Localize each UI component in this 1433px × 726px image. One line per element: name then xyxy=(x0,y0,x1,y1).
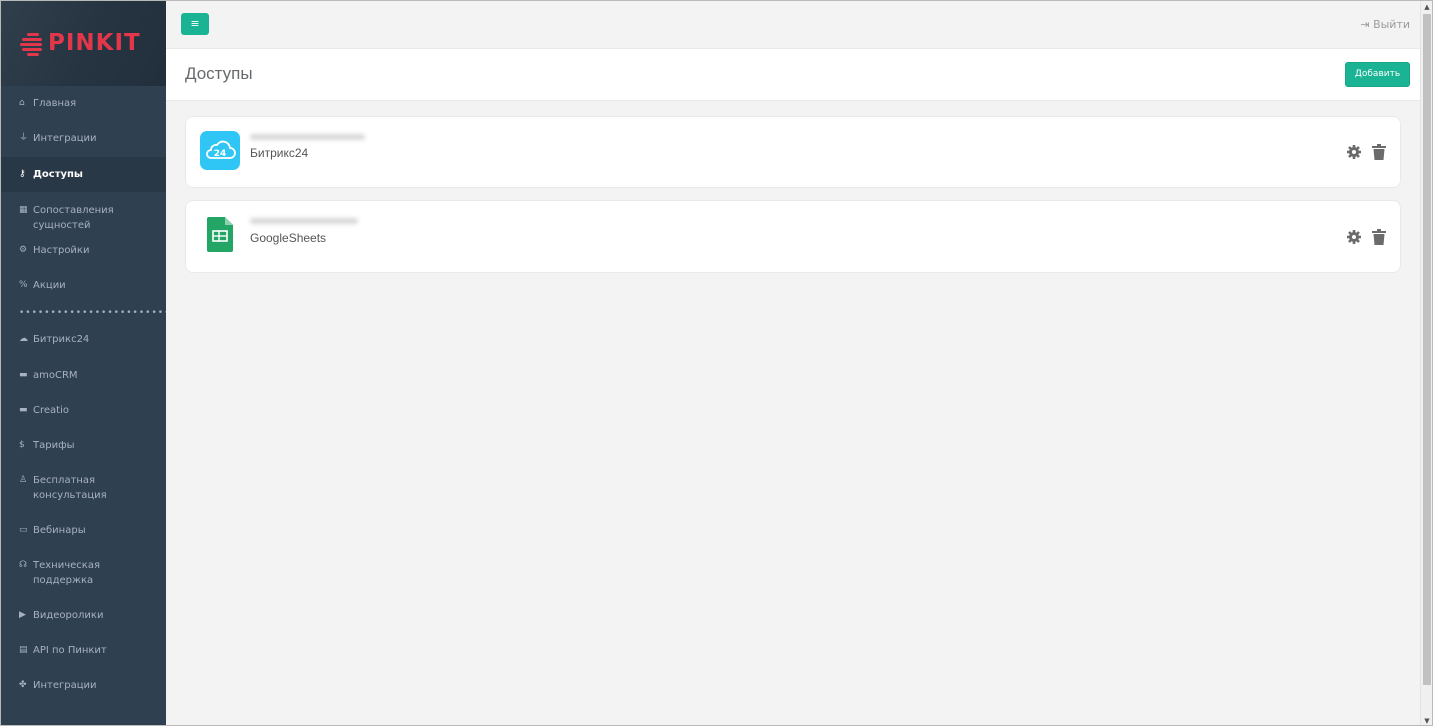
cogs-icon: ⚙ xyxy=(19,245,28,255)
home-icon: ⌂ xyxy=(19,98,25,108)
logo-text: PINKIT xyxy=(48,30,141,56)
sidebar-item-label: Creatio xyxy=(33,405,69,416)
plug-icon: ⏚ xyxy=(19,133,29,143)
access-name: GoogleSheets xyxy=(250,231,327,245)
percent-icon: % xyxy=(19,280,28,290)
menu-toggle-button[interactable]: ≡ xyxy=(181,13,209,35)
scroll-down-arrow-icon[interactable]: ▼ xyxy=(1421,715,1432,725)
delete-trash-icon[interactable] xyxy=(1372,144,1386,160)
sidebar-item-label: Битрикс24 xyxy=(33,334,90,345)
hdd-icon: ▬ xyxy=(19,405,28,415)
settings-gear-icon[interactable] xyxy=(1346,229,1362,245)
user-tie-icon: ♙ xyxy=(19,475,28,485)
google-sheets-icon xyxy=(207,217,233,252)
access-card-googlesheets[interactable]: GoogleSheets xyxy=(185,200,1401,273)
sign-out-icon: ⇥ xyxy=(1360,18,1370,31)
sidebar-item-settings[interactable]: ⚙ Настройки xyxy=(1,242,166,277)
chalkboard-icon: ▭ xyxy=(19,525,28,535)
sidebar-item-label: Сопоставления сущностей xyxy=(33,205,114,231)
sidebar-separator: ••••••••••••••••••••••••••••••• xyxy=(19,308,166,318)
sidebar-item-label: Интеграции xyxy=(33,133,97,144)
sidebar-item-videos[interactable]: ▶ Видеоролики xyxy=(1,599,166,634)
page-heading: Доступы Добавить xyxy=(166,49,1420,101)
access-card-bitrix24[interactable]: 24 Битрикс24 xyxy=(185,116,1401,188)
sidebar-item-label: amoCRM xyxy=(33,370,78,381)
logout-label: Выйти xyxy=(1373,18,1410,31)
sidebar-item-label: API по Пинкит xyxy=(33,645,107,656)
file-code-icon: ▤ xyxy=(19,645,28,655)
sidebar-item-label: Вебинары xyxy=(33,525,86,536)
vertical-scrollbar[interactable]: ▲ ▼ xyxy=(1420,1,1432,725)
add-button[interactable]: Добавить xyxy=(1345,62,1410,87)
sidebar-item-api[interactable]: ▤ API по Пинкит xyxy=(1,634,166,669)
sidebar-item-label: Настройки xyxy=(33,245,90,256)
sidebar-item-label: Акции xyxy=(33,280,66,291)
bitrix24-logo-text: 24 xyxy=(214,149,227,159)
table-icon: ▦ xyxy=(19,205,28,215)
topbar: ≡ ⇥ Выйти xyxy=(166,1,1420,49)
cloud-icon: ☁ xyxy=(19,334,28,344)
sidebar-item-tech-support[interactable]: ☊ Техническая поддержка xyxy=(1,549,166,599)
sidebar-item-accesses[interactable]: ⚷ Доступы xyxy=(1,157,166,192)
sidebar-item-amocrm[interactable]: ▬ amoCRM xyxy=(1,359,166,394)
logout-link[interactable]: ⇥ Выйти xyxy=(1360,18,1410,31)
hdd-icon: ▬ xyxy=(19,370,28,380)
logo-area: PINKIT xyxy=(1,1,166,86)
sidebar-item-webinars[interactable]: ▭ Вебинары xyxy=(1,514,166,549)
sidebar: PINKIT ⌂ Главная ⏚ Интеграции ⚷ Доступы … xyxy=(1,1,166,725)
pinkit-logo-mark-icon xyxy=(20,31,46,56)
access-name: Битрикс24 xyxy=(250,146,309,160)
sidebar-item-label: Главная xyxy=(33,98,77,109)
dollar-icon: $ xyxy=(19,440,25,450)
puzzle-icon: ✤ xyxy=(19,680,27,690)
sidebar-item-free-consultation[interactable]: ♙ Бесплатная консультация xyxy=(1,464,166,514)
key-icon: ⚷ xyxy=(19,169,26,179)
sidebar-item-label: Тарифы xyxy=(33,440,75,451)
pinkit-logo[interactable]: PINKIT xyxy=(20,30,141,56)
delete-trash-icon[interactable] xyxy=(1372,229,1386,245)
page-title: Доступы xyxy=(185,64,253,83)
sidebar-item-bitrix24[interactable]: ☁ Битрикс24 xyxy=(1,323,166,359)
sidebar-item-label: Видеоролики xyxy=(33,610,104,621)
sidebar-item-integrations-2[interactable]: ✤ Интеграции xyxy=(1,669,166,704)
sidebar-item-home[interactable]: ⌂ Главная xyxy=(1,96,166,131)
redacted-email xyxy=(250,134,365,140)
sidebar-item-label: Интеграции xyxy=(33,680,97,691)
scrollbar-thumb[interactable] xyxy=(1423,14,1431,685)
scroll-up-arrow-icon[interactable]: ▲ xyxy=(1421,1,1432,13)
headset-icon: ☊ xyxy=(19,560,27,570)
sidebar-item-entity-mapping[interactable]: ▦ Сопоставления сущностей xyxy=(1,192,166,242)
sidebar-item-promotions[interactable]: % Акции xyxy=(1,277,166,303)
app-window: PINKIT ⌂ Главная ⏚ Интеграции ⚷ Доступы … xyxy=(0,0,1433,726)
bars-icon: ≡ xyxy=(190,17,200,30)
sidebar-item-tariffs[interactable]: $ Тарифы xyxy=(1,429,166,464)
sidebar-item-label: Бесплатная консультация xyxy=(33,475,107,501)
youtube-icon: ▶ xyxy=(19,610,26,620)
sidebar-item-creatio[interactable]: ▬ Creatio xyxy=(1,394,166,429)
settings-gear-icon[interactable] xyxy=(1346,144,1362,160)
sidebar-item-label: Доступы xyxy=(33,169,83,180)
redacted-email xyxy=(250,218,358,224)
bitrix24-cloud-icon: 24 xyxy=(200,131,240,170)
sidebar-nav: ⌂ Главная ⏚ Интеграции ⚷ Доступы ▦ Сопос… xyxy=(1,96,166,704)
sidebar-item-label: Техническая поддержка xyxy=(33,560,100,586)
